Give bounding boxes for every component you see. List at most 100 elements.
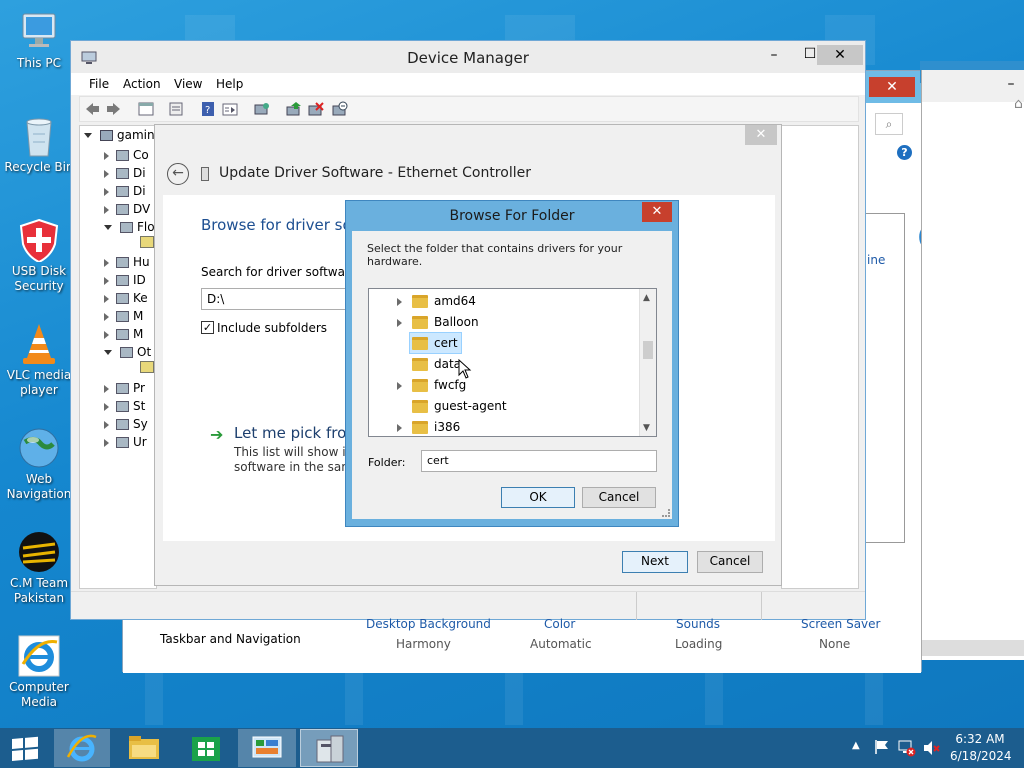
collapsed-arrow-icon[interactable]: [104, 276, 109, 285]
taskbar-explorer-button[interactable]: [116, 729, 172, 767]
ok-button[interactable]: OK: [501, 487, 575, 508]
taskbar-control-panel-button[interactable]: [238, 729, 296, 767]
update-driver-icon[interactable]: [286, 101, 302, 117]
browse-folder-close-button[interactable]: ✕: [642, 202, 672, 222]
expanded-arrow-icon[interactable]: [104, 350, 112, 355]
device-category[interactable]: M: [104, 307, 143, 325]
device-category[interactable]: Ke: [104, 289, 148, 307]
folder-item[interactable]: guest-agent: [397, 395, 511, 413]
folder-input[interactable]: cert: [421, 450, 657, 472]
expand-arrow-icon[interactable]: [397, 423, 402, 432]
device-category[interactable]: Sy: [104, 415, 148, 433]
far-right-minimize-button[interactable]: –: [988, 74, 1024, 94]
clock-date[interactable]: 6/18/2024: [950, 749, 1012, 763]
folder-item[interactable]: Balloon: [397, 311, 483, 329]
show-hidden-icons-icon[interactable]: ▲: [852, 740, 860, 751]
collapsed-arrow-icon[interactable]: [104, 402, 109, 411]
enable-device-icon[interactable]: [332, 101, 348, 117]
menu-view[interactable]: View: [174, 77, 202, 91]
collapsed-arrow-icon[interactable]: [104, 384, 109, 393]
expand-arrow-icon[interactable]: [397, 318, 402, 327]
help-book-icon[interactable]: ?: [200, 101, 216, 117]
help-icon[interactable]: ?: [897, 145, 912, 160]
menu-file[interactable]: File: [89, 77, 109, 91]
forward-arrow-icon[interactable]: [106, 101, 122, 117]
folder-item[interactable]: amd64: [397, 290, 480, 308]
collapsed-arrow-icon[interactable]: [104, 187, 109, 196]
back-arrow-icon[interactable]: [84, 101, 100, 117]
desktop-icon-computer-media[interactable]: Computer Media: [0, 634, 79, 710]
taskbar-navigation-link[interactable]: Taskbar and Navigation: [160, 632, 301, 646]
collapsed-arrow-icon[interactable]: [104, 438, 109, 447]
device-category[interactable]: Ot: [104, 343, 151, 361]
action-center-flag-icon[interactable]: [874, 739, 890, 758]
collapsed-arrow-icon[interactable]: [104, 330, 109, 339]
device-category[interactable]: DV: [104, 200, 150, 218]
device-warning-icon[interactable]: [140, 236, 154, 248]
include-subfolders-checkbox[interactable]: ✓: [201, 321, 214, 334]
screen-saver-link[interactable]: Screen Saver: [801, 617, 880, 631]
scroll-thumb[interactable]: [643, 341, 653, 359]
menu-action[interactable]: Action: [123, 77, 161, 91]
collapsed-arrow-icon[interactable]: [104, 205, 109, 214]
taskbar-ie-button[interactable]: [54, 729, 110, 767]
folder-item[interactable]: data: [397, 353, 465, 371]
device-category[interactable]: St: [104, 397, 145, 415]
scroll-down-icon[interactable]: ▼: [643, 423, 650, 433]
clock-time[interactable]: 6:32 AM: [950, 732, 1010, 746]
resize-grip-icon[interactable]: [662, 509, 670, 517]
device-category[interactable]: Co: [104, 146, 149, 164]
folder-tree-scrollbar[interactable]: ▲ ▼: [639, 289, 656, 436]
desktop-icon-this-pc[interactable]: This PC: [0, 10, 79, 71]
device-category[interactable]: Di: [104, 182, 146, 200]
folder-tree[interactable]: amd64 Balloon cert data fwcfg guest-agent i386…: [368, 288, 657, 437]
folder-item[interactable]: i386: [397, 416, 464, 434]
device-category[interactable]: M: [104, 325, 143, 343]
expanded-arrow-icon[interactable]: [104, 225, 112, 230]
network-icon[interactable]: [898, 739, 916, 760]
desktop-icon-usb-disk-security[interactable]: USB Disk Security: [0, 218, 79, 294]
back-button[interactable]: ←: [167, 163, 189, 185]
taskbar-store-button[interactable]: [178, 729, 234, 767]
search-icon[interactable]: ⌕: [875, 113, 903, 135]
cancel-button[interactable]: Cancel: [697, 551, 763, 573]
menu-help[interactable]: Help: [216, 77, 243, 91]
let-me-pick-link[interactable]: Let me pick from: [234, 424, 361, 442]
properties-icon[interactable]: [138, 101, 154, 117]
device-category[interactable]: ID: [104, 271, 146, 289]
scroll-up-icon[interactable]: ▲: [643, 293, 650, 303]
desktop-icon-web-navigation[interactable]: Web Navigation: [0, 426, 79, 502]
desktop-icon-cm-team[interactable]: C.M Team Pakistan: [0, 530, 79, 606]
browse-cancel-button[interactable]: Cancel: [582, 487, 656, 508]
desktop-icon-recycle-bin[interactable]: Recycle Bin: [0, 114, 79, 175]
expand-arrow-icon[interactable]: [397, 297, 402, 306]
uninstall-device-icon[interactable]: [308, 101, 324, 117]
expand-arrow-icon[interactable]: [397, 381, 402, 390]
device-category[interactable]: Pr: [104, 379, 145, 397]
personalization-close-button[interactable]: ✕: [869, 77, 915, 97]
tree-root[interactable]: gamin: [84, 128, 155, 142]
next-button[interactable]: Next: [622, 551, 688, 573]
scan-hardware-icon[interactable]: [254, 101, 270, 117]
device-category[interactable]: Di: [104, 164, 146, 182]
start-button[interactable]: [0, 728, 50, 768]
personalization-link[interactable]: ine: [867, 253, 885, 267]
close-button[interactable]: ✕: [817, 45, 863, 65]
collapsed-arrow-icon[interactable]: [104, 294, 109, 303]
sounds-link[interactable]: Sounds: [676, 617, 720, 631]
collapsed-arrow-icon[interactable]: [104, 312, 109, 321]
collapsed-arrow-icon[interactable]: [104, 151, 109, 160]
collapsed-arrow-icon[interactable]: [104, 258, 109, 267]
update-driver-close-button[interactable]: ✕: [745, 125, 777, 145]
desktop-background-link[interactable]: Desktop Background: [366, 617, 491, 631]
collapsed-arrow-icon[interactable]: [104, 420, 109, 429]
volume-muted-icon[interactable]: [922, 739, 940, 760]
desktop-icon-vlc[interactable]: VLC media player: [0, 322, 79, 398]
details-view-icon[interactable]: [222, 101, 238, 117]
device-category[interactable]: Flo: [104, 218, 155, 236]
device-category[interactable]: Ur: [104, 433, 147, 451]
home-icon[interactable]: ⌂: [1014, 96, 1023, 112]
folder-item[interactable]: cert: [397, 332, 462, 354]
color-link[interactable]: Color: [544, 617, 575, 631]
show-hide-icon[interactable]: [168, 101, 184, 117]
